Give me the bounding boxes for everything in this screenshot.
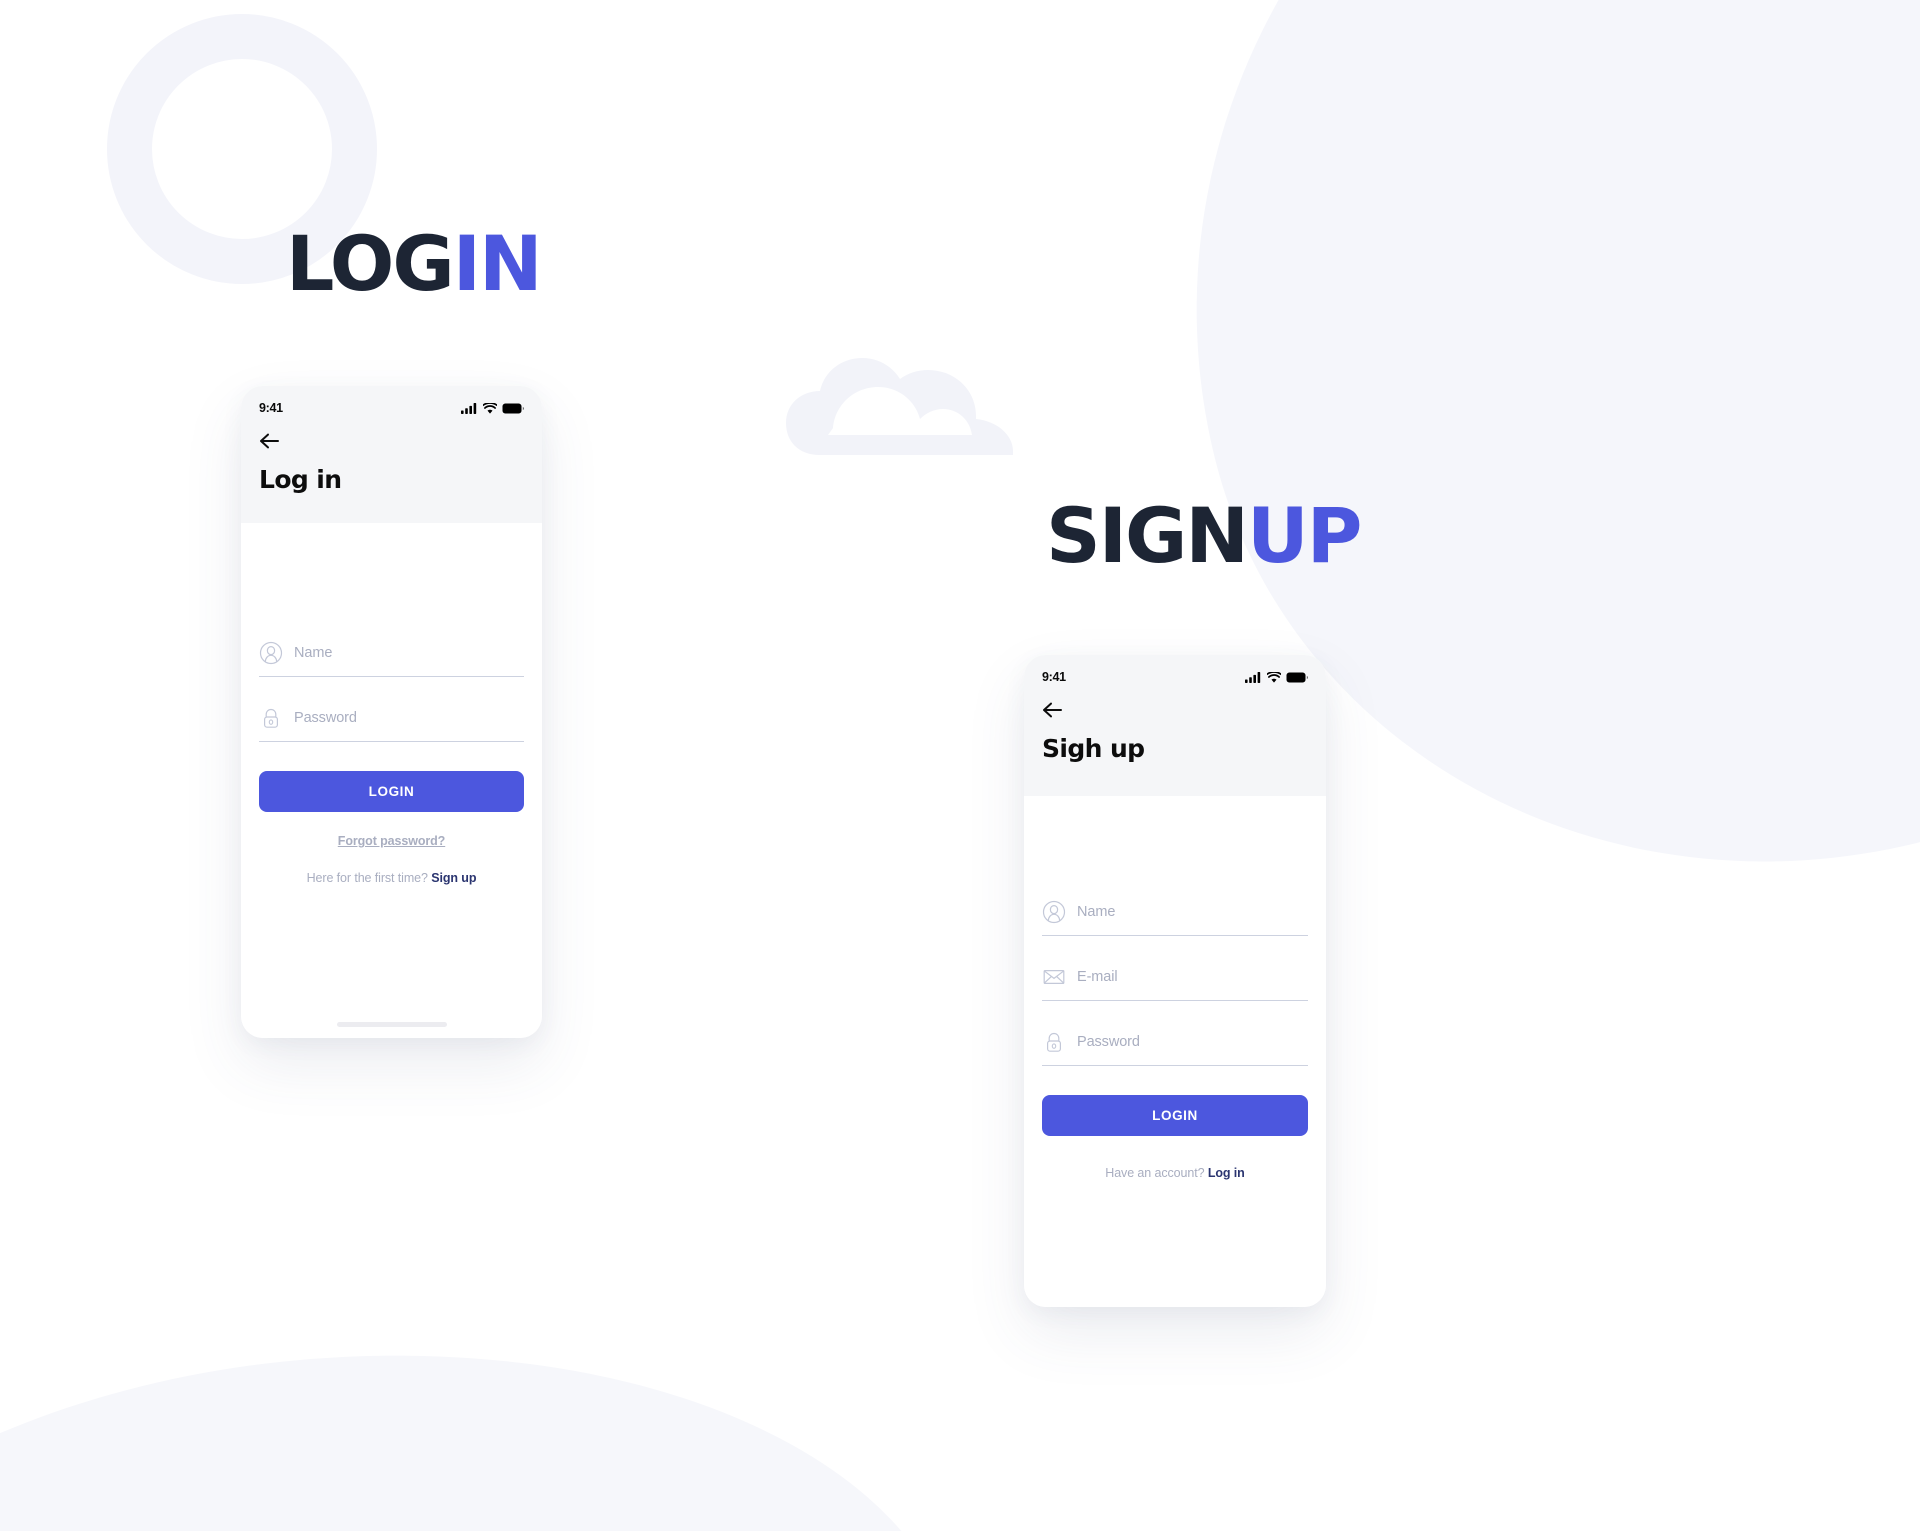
signup-link[interactable]: Sign up — [431, 871, 476, 885]
forgot-password-link[interactable]: Forgot password? — [259, 834, 524, 848]
signup-name-placeholder: Name — [1077, 904, 1116, 920]
blob-bottom-left-shape — [0, 1294, 990, 1531]
back-arrow-icon[interactable] — [1042, 700, 1064, 720]
signup-status-bar: 9:41 — [1042, 669, 1308, 685]
login-phone-body: Name Password LOGIN Forgot password? Her… — [241, 523, 542, 1038]
signup-heading-part2: UP — [1247, 491, 1362, 580]
login-name-placeholder: Name — [294, 645, 333, 661]
login-heading-part2: IN — [452, 219, 543, 308]
login-section-heading: LOGIN — [286, 226, 543, 302]
login-screen-title: Log in — [259, 465, 342, 494]
battery-icon — [502, 403, 524, 413]
signup-password-placeholder: Password — [1077, 1034, 1140, 1050]
presentation-canvas: LOGIN SIGNUP 9:41 Log in Name Password L… — [0, 0, 1920, 1531]
login-phone-mockup: 9:41 Log in Name Password LOGIN Forgot p… — [241, 386, 542, 1038]
signup-password-field[interactable]: Password — [1042, 1030, 1308, 1066]
status-icons-group — [1245, 671, 1308, 683]
signup-back-row[interactable] — [1042, 700, 1308, 720]
signup-email-placeholder: E-mail — [1077, 969, 1118, 985]
cellular-signal-icon — [461, 402, 477, 414]
battery-icon — [1286, 672, 1308, 682]
signup-heading-part1: SIGN — [1046, 491, 1249, 580]
login-password-placeholder: Password — [294, 710, 357, 726]
signup-email-field[interactable]: E-mail — [1042, 965, 1308, 1001]
login-switch-prompt: Here for the first time? — [306, 871, 428, 885]
signup-screen-title: Sigh up — [1042, 734, 1145, 763]
status-time: 9:41 — [259, 401, 283, 415]
login-password-field[interactable]: Password — [259, 706, 524, 742]
lock-icon — [263, 708, 279, 728]
signup-switch-to-login: Have an account? Log in — [1042, 1166, 1308, 1180]
login-status-bar: 9:41 — [259, 400, 524, 416]
user-icon — [259, 641, 283, 665]
lock-icon — [1046, 1032, 1062, 1052]
status-icons-group — [461, 402, 524, 414]
user-icon — [1042, 900, 1066, 924]
login-heading-part1: LOG — [286, 219, 455, 308]
signup-phone-body: Name E-mail Password LOGIN Have an accou… — [1024, 796, 1326, 1307]
login-name-field[interactable]: Name — [259, 641, 524, 677]
wifi-icon — [483, 402, 497, 414]
cellular-signal-icon — [1245, 671, 1261, 683]
login-submit-button[interactable]: LOGIN — [259, 771, 524, 812]
login-switch-to-signup: Here for the first time? Sign up — [259, 871, 524, 885]
login-link[interactable]: Log in — [1208, 1166, 1245, 1180]
status-time: 9:41 — [1042, 670, 1066, 684]
signup-phone-mockup: 9:41 Sigh up Name E-mail Password LOGIN … — [1024, 655, 1326, 1307]
back-arrow-icon[interactable] — [259, 431, 281, 451]
signup-name-field[interactable]: Name — [1042, 900, 1308, 936]
login-phone-header: 9:41 Log in — [241, 386, 542, 523]
home-indicator — [336, 1022, 447, 1027]
wifi-icon — [1267, 671, 1281, 683]
signup-phone-header: 9:41 Sigh up — [1024, 655, 1326, 796]
envelope-icon — [1043, 969, 1065, 985]
login-form-fields: Name Password — [259, 523, 524, 742]
signup-submit-button[interactable]: LOGIN — [1042, 1095, 1308, 1136]
signup-section-heading: SIGNUP — [1046, 498, 1362, 574]
cloud-shape — [784, 337, 1016, 457]
signup-form-fields: Name E-mail Password — [1042, 796, 1308, 1066]
signup-switch-prompt: Have an account? — [1105, 1166, 1205, 1180]
login-back-row[interactable] — [259, 431, 524, 451]
